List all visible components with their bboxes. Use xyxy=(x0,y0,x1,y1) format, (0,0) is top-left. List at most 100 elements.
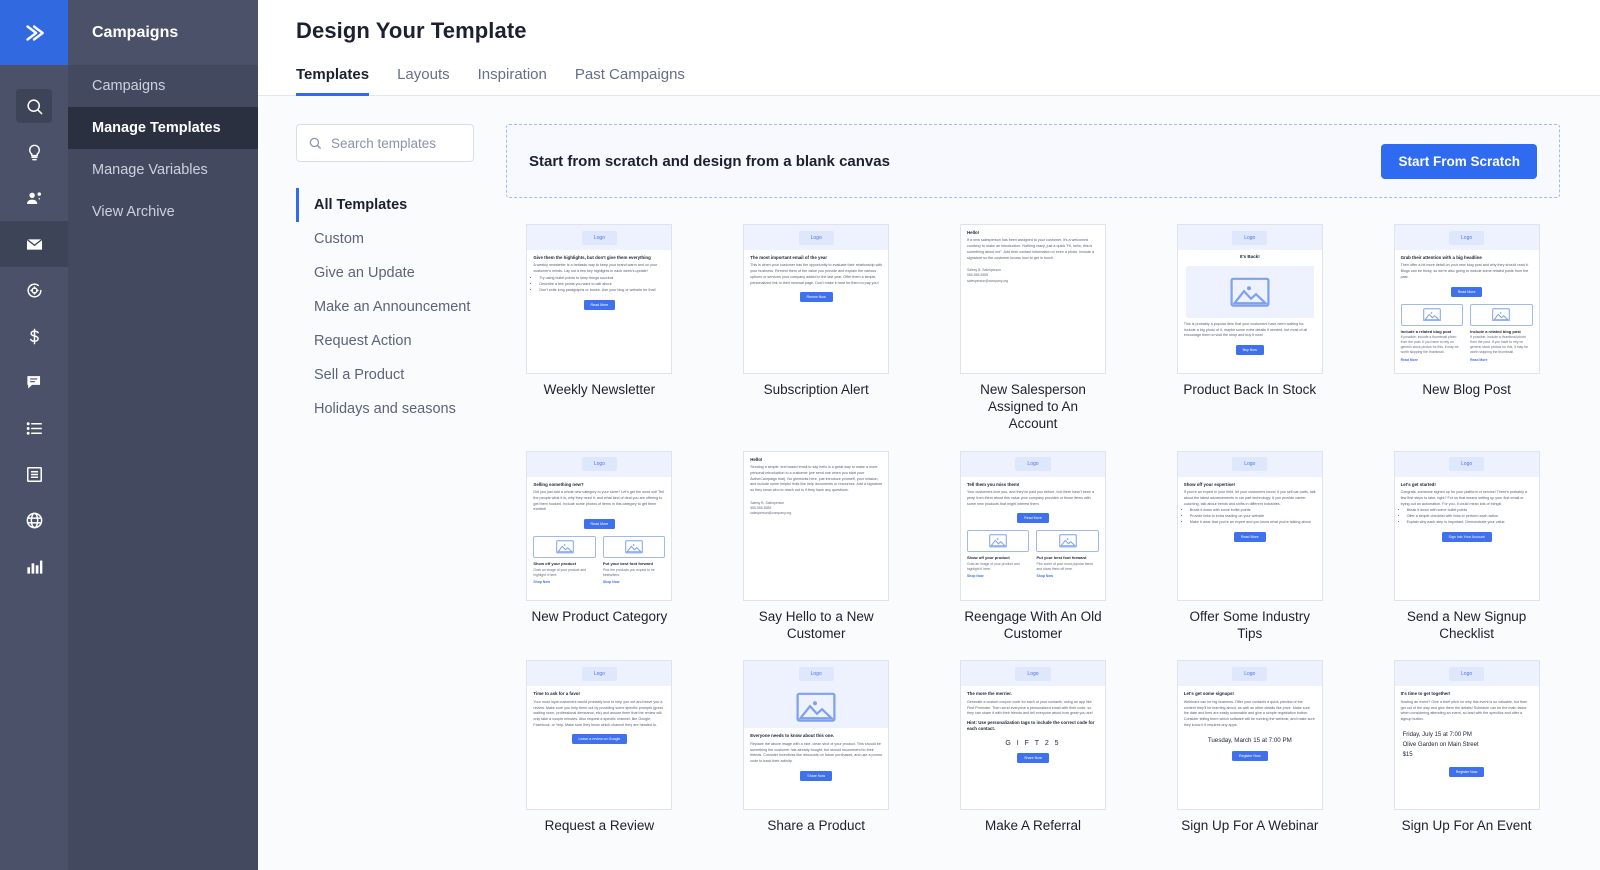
template-card[interactable]: Logo Everyone needs to know about this o… xyxy=(723,660,910,835)
rail-item-bar-chart[interactable] xyxy=(0,543,68,589)
template-thumbnail[interactable]: Logo Selling something new? Did you just a… xyxy=(526,450,673,601)
tab-inspiration[interactable]: Inspiration xyxy=(478,66,547,96)
rail-item-dollar[interactable] xyxy=(0,313,68,359)
preview-cta-button[interactable]: Register Now xyxy=(1231,751,1268,762)
category-holidays-and-seasons[interactable]: Holidays and seasons xyxy=(296,392,494,426)
template-card[interactable]: Logo Selling something new? Did you just a… xyxy=(506,450,693,643)
preview-cta-button[interactable]: Share Now xyxy=(800,770,833,781)
image-placeholder-icon xyxy=(1423,308,1441,322)
template-card[interactable]: Logo Tell them you miss them! Your custome… xyxy=(940,450,1127,643)
search-box[interactable] xyxy=(296,124,474,162)
preview-logo-band: Logo xyxy=(1394,661,1539,687)
preview-column-subheading: Show off your product xyxy=(533,561,577,566)
preview-detail-line: Olive Garden on Main Street xyxy=(1402,741,1479,748)
rail-icon-list xyxy=(0,65,68,589)
template-card[interactable]: Logo Give them the highlights, but don't … xyxy=(506,224,693,433)
template-card[interactable]: Logo Let's get started! Congrats, someone … xyxy=(1373,450,1560,643)
category-give-an-update[interactable]: Give an Update xyxy=(296,256,494,290)
template-thumbnail[interactable]: Hello! If a new salesperson has been assi… xyxy=(959,224,1106,374)
template-thumbnail[interactable]: Logo Tell them you miss them! Your custome… xyxy=(959,450,1106,601)
category-all-templates[interactable]: All Templates xyxy=(296,188,494,222)
preview-paragraph: Your customers love you, and they've pai… xyxy=(966,490,1095,506)
category-make-an-announcement[interactable]: Make an Announcement xyxy=(296,290,494,324)
preview-cta-button[interactable]: Renew Now xyxy=(799,292,833,303)
sidebar-item-label: View Archive xyxy=(92,204,175,220)
preview-column-image xyxy=(533,536,596,558)
rail-item-pages[interactable] xyxy=(0,451,68,497)
rail-item-list[interactable] xyxy=(0,405,68,451)
template-thumbnail[interactable]: Logo Everyone needs to know about this o… xyxy=(743,660,890,811)
template-card[interactable]: Hello! Sending a simple, text based email… xyxy=(723,450,910,643)
preview-bullet-list: Break it down with some bullet pointsPro… xyxy=(1190,508,1316,526)
preview-paragraph: A weekly newsletter is a fantastic way t… xyxy=(533,263,658,274)
preview-cta-wrap: Leave a review on Google xyxy=(533,734,665,745)
rail-item-search[interactable] xyxy=(0,83,68,129)
category-custom[interactable]: Custom xyxy=(296,222,494,256)
preview-cta-button[interactable]: Share Now xyxy=(1017,753,1049,764)
rail-item-contacts[interactable] xyxy=(0,175,68,221)
template-card[interactable]: Logo Grab their attention with a big head… xyxy=(1373,224,1560,433)
category-sell-a-product[interactable]: Sell a Product xyxy=(296,358,494,392)
preview-heading: Time to ask for a favor xyxy=(533,691,581,697)
template-card[interactable]: Logo The more the merrier. Generate a cust… xyxy=(940,660,1127,835)
template-card[interactable]: Logo It's time to get together! Hosting an… xyxy=(1373,660,1560,835)
sidebar-item-view-archive[interactable]: View Archive xyxy=(68,191,258,233)
preview-column-image xyxy=(1400,303,1464,326)
image-placeholder-icon xyxy=(625,540,643,554)
tab-layouts[interactable]: Layouts xyxy=(397,66,450,96)
template-thumbnail[interactable]: Logo Time to ask for a favor Your most loy… xyxy=(526,660,673,811)
search-input[interactable] xyxy=(331,135,461,151)
preview-logo-band: Logo xyxy=(527,225,672,250)
preview-cta-button[interactable]: Read More xyxy=(583,299,616,310)
preview-cta-button[interactable]: Sign Into Your Account xyxy=(1441,532,1492,543)
preview-cta-button[interactable]: Read More xyxy=(1017,513,1049,524)
template-thumbnail[interactable]: Logo Grab their attention with a big head… xyxy=(1393,224,1540,374)
template-thumbnail[interactable]: Logo The most important email of the year… xyxy=(743,224,890,374)
preview-signature: Salesy B. Salesperson 555-555-5555 salespe… xyxy=(750,501,882,516)
preview-cta-button[interactable]: Read More xyxy=(1233,532,1266,543)
preview-cta-button[interactable]: Leave a review on Google xyxy=(571,734,628,745)
template-thumbnail[interactable]: Logo The more the merrier. Generate a cust… xyxy=(959,660,1106,811)
rail-item-automation[interactable] xyxy=(0,267,68,313)
preview-column-link: Read More xyxy=(1400,357,1418,362)
preview-cta-button[interactable]: Read More xyxy=(583,519,616,529)
search-icon xyxy=(16,89,52,123)
tab-templates[interactable]: Templates xyxy=(296,66,370,96)
sidebar-item-campaigns[interactable]: Campaigns xyxy=(68,65,258,107)
template-label: Sign Up For A Webinar xyxy=(1181,818,1319,834)
template-card[interactable]: Hello! If a new salesperson has been assi… xyxy=(940,224,1127,433)
template-thumbnail[interactable]: Logo It's Back! This is probably a popula… xyxy=(1176,224,1323,374)
start-from-scratch-button[interactable]: Start From Scratch xyxy=(1381,143,1537,179)
template-card[interactable]: Logo Show off your expertise! If you're an… xyxy=(1156,450,1343,643)
template-thumbnail[interactable]: Logo Let's get some signups! Webinars can … xyxy=(1176,660,1323,811)
template-card[interactable]: Logo Time to ask for a favor Your most loy… xyxy=(506,660,693,835)
template-card[interactable]: Logo The most important email of the year… xyxy=(723,224,910,433)
template-card[interactable]: Logo Let's get some signups! Webinars can … xyxy=(1156,660,1343,835)
template-thumbnail[interactable]: Logo Show off your expertise! If you're an… xyxy=(1176,450,1323,601)
app-logo[interactable] xyxy=(0,0,68,65)
sidebar-item-manage-templates[interactable]: Manage Templates xyxy=(68,107,258,149)
template-preview: Logo The most important email of the year… xyxy=(744,225,889,373)
rail-item-envelope[interactable] xyxy=(0,221,68,267)
preview-column-subheading: Put your best foot forward xyxy=(1036,555,1087,561)
template-label: Weekly Newsletter xyxy=(543,382,656,397)
preview-cta-button[interactable]: Read More xyxy=(1450,286,1483,297)
tab-past-campaigns[interactable]: Past Campaigns xyxy=(575,66,685,96)
template-card[interactable]: Logo It's Back! This is probably a popula… xyxy=(1156,224,1343,433)
preview-cta-button[interactable]: Buy Now xyxy=(1235,345,1264,356)
page-header: Design Your Template xyxy=(258,0,1600,44)
preview-cta-wrap: Register Now xyxy=(1184,751,1316,762)
rail-item-chat[interactable] xyxy=(0,359,68,405)
template-thumbnail[interactable]: Logo Give them the highlights, but don't … xyxy=(526,224,673,374)
rail-item-lightbulb[interactable] xyxy=(0,129,68,175)
sidebar-item-manage-variables[interactable]: Manage Variables xyxy=(68,149,258,191)
template-thumbnail[interactable]: Logo It's time to get together! Hosting an… xyxy=(1393,660,1540,811)
category-request-action[interactable]: Request Action xyxy=(296,324,494,358)
preview-hint: Hint: Use personalization tags to includ… xyxy=(966,720,1095,731)
preview-cta-button[interactable]: Register Now xyxy=(1448,767,1485,778)
rail-item-globe[interactable] xyxy=(0,497,68,543)
template-thumbnail[interactable]: Logo Let's get started! Congrats, someone … xyxy=(1393,450,1540,601)
tab-bar: Templates Layouts Inspiration Past Campaign… xyxy=(258,44,1600,96)
template-thumbnail[interactable]: Hello! Sending a simple, text based email… xyxy=(743,450,890,601)
preview-body: Time to ask for a favor Your most loyal c… xyxy=(527,686,671,809)
